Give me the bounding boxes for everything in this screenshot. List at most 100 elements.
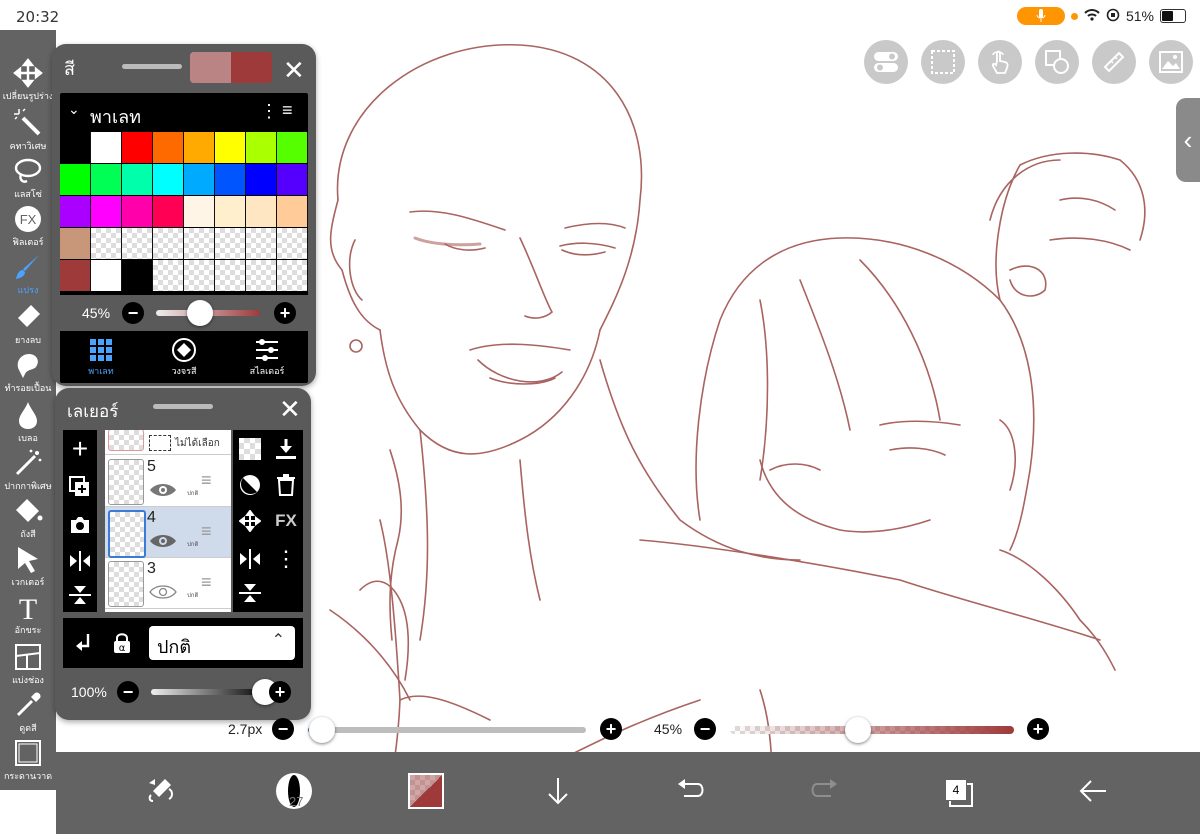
empty-swatch[interactable] [246,228,277,259]
color-swatch[interactable] [91,196,122,227]
brush-eraser-swap-button[interactable] [136,766,186,816]
color-swatch[interactable] [91,260,122,291]
color-swatch[interactable] [60,260,91,291]
transparency-icon[interactable] [239,438,261,460]
empty-swatch[interactable] [215,260,246,291]
tool-eraser[interactable]: ยางลบ [0,302,56,347]
tab-sliders[interactable]: สไลเดอร์ [226,333,308,383]
color-swatch[interactable] [60,196,91,227]
tab-color-wheel[interactable]: วงจรสี [143,333,225,383]
tool-canvas[interactable]: กระดานวาด [0,738,56,783]
color-swatch[interactable] [153,164,184,195]
color-swatch[interactable] [277,132,308,163]
layer-row[interactable]: 5 ปกติ ≡ [105,456,231,507]
move-layer-icon[interactable] [237,508,263,534]
color-swatch[interactable] [246,196,277,227]
layer-row[interactable]: 3 ปกติ ≡ [105,558,231,609]
more-vertical-icon[interactable]: ⋮ [260,101,278,122]
clip-arrow-icon[interactable] [71,630,97,656]
plus-icon[interactable]: + [269,681,291,703]
color-swatch[interactable] [215,132,246,163]
tab-palette[interactable]: พาเลท [60,333,142,383]
slider-thumb[interactable] [844,717,871,743]
minus-icon[interactable]: − [694,718,716,740]
empty-swatch[interactable] [277,228,308,259]
camera-icon[interactable] [63,510,97,540]
selection-layer-row[interactable]: ไม่ได้เลือก [105,430,231,455]
tool-lasso[interactable]: แลสโซ่ [0,156,56,201]
slider-thumb[interactable] [308,717,335,743]
empty-swatch[interactable] [246,260,277,291]
clipping-icon[interactable] [237,472,263,498]
merge-down-icon[interactable] [273,436,299,462]
plus-icon[interactable]: + [600,718,622,740]
color-swatch[interactable] [122,260,153,291]
tool-transform[interactable]: เปลี่ยนรูปร่าง [0,58,56,103]
color-swatch[interactable] [184,196,215,227]
drag-lines-icon[interactable]: ≡ [201,521,212,542]
flip-vertical-icon[interactable] [237,580,263,606]
plus-icon[interactable]: + [1027,718,1049,740]
tool-vector[interactable]: เวกเตอร์ [0,544,56,589]
drag-handle[interactable] [122,64,182,69]
download-button[interactable] [533,766,583,816]
color-swatch[interactable] [153,196,184,227]
color-swatch[interactable] [277,196,308,227]
color-swatch[interactable] [91,164,122,195]
color-swatch[interactable] [215,164,246,195]
close-icon[interactable]: ✕ [283,57,305,83]
color-button[interactable] [401,766,451,816]
layer-row-selected[interactable]: 4 ปกติ ≡ [105,507,231,558]
empty-swatch[interactable] [153,228,184,259]
empty-swatch[interactable] [277,260,308,291]
empty-swatch[interactable] [184,228,215,259]
empty-swatch[interactable] [184,260,215,291]
tool-blur[interactable]: เบลอ [0,400,56,445]
color-swatch[interactable] [91,132,122,163]
add-layer-icon[interactable]: + [63,433,97,464]
close-icon[interactable]: ✕ [279,396,301,422]
minus-icon[interactable]: − [122,302,144,324]
eye-icon[interactable] [149,533,177,549]
empty-swatch[interactable] [122,228,153,259]
color-swatch[interactable] [215,196,246,227]
blend-mode-select[interactable]: ปกติ ⌃ [149,626,295,660]
current-color-swatch[interactable] [190,52,272,83]
back-button[interactable] [1068,766,1118,816]
layer-fx-button[interactable]: FX [271,510,301,532]
alpha-lock-icon[interactable]: α [109,630,135,656]
redo-button[interactable] [799,766,849,816]
tool-filter[interactable]: FX ฟิลเตอร์ [0,204,56,249]
tool-brush[interactable]: แปรง [0,252,56,297]
color-swatch[interactable] [60,228,91,259]
tool-special-pen[interactable]: ปากกาพิเศษ [0,448,56,493]
empty-swatch[interactable] [215,228,246,259]
toggle-settings-button[interactable] [864,40,908,84]
color-swatch[interactable] [184,164,215,195]
flip-horizontal-icon[interactable] [63,546,97,576]
brush-size-button[interactable]: 27 [269,766,319,816]
chevron-down-icon[interactable]: ⌄ [68,101,80,118]
minus-icon[interactable]: − [272,718,294,740]
empty-swatch[interactable] [153,260,184,291]
color-swatch[interactable] [246,132,277,163]
brush-size-slider[interactable] [308,727,586,733]
side-panel-tab[interactable]: ‹ [1176,98,1200,182]
minus-icon[interactable]: − [117,681,139,703]
menu-lines-icon[interactable]: ≡ [282,100,293,121]
tool-magic-wand[interactable]: คทาวิเศษ [0,108,56,153]
layers-button[interactable]: 4 [932,766,982,816]
duplicate-layer-icon[interactable] [63,472,97,502]
color-swatch[interactable] [122,196,153,227]
tool-text[interactable]: T อักขระ [0,592,56,637]
color-swatch[interactable] [184,132,215,163]
brush-opacity-slider[interactable] [730,726,1014,734]
color-swatch[interactable] [246,164,277,195]
drag-lines-icon[interactable]: ≡ [201,470,212,491]
color-swatch[interactable] [122,132,153,163]
reference-image-button[interactable] [1149,40,1193,84]
eye-icon[interactable] [149,482,177,498]
tool-frame-divider[interactable]: แบ่งช่อง [0,642,56,687]
color-swatch[interactable] [277,164,308,195]
selection-button[interactable] [921,40,965,84]
